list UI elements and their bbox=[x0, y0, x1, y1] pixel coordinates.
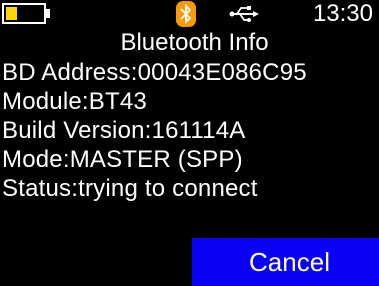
usb-icon bbox=[229, 6, 259, 22]
battery-level-fill bbox=[6, 7, 17, 20]
cancel-button[interactable]: Cancel bbox=[192, 238, 379, 286]
build-version-line: Build Version:161114A bbox=[2, 117, 246, 144]
status-bar: 13:30 bbox=[0, 0, 379, 30]
module-line: Module:BT43 bbox=[2, 88, 147, 115]
mode-line: Mode:MASTER (SPP) bbox=[2, 146, 243, 173]
battery-cap bbox=[46, 9, 50, 18]
bluetooth-icon bbox=[176, 1, 196, 27]
page-title: Bluetooth Info bbox=[120, 29, 269, 56]
battery-icon bbox=[2, 3, 46, 24]
clock-time: 13:30 bbox=[312, 0, 373, 27]
status-line: Status:trying to connect bbox=[2, 175, 258, 202]
bd-address-line: BD Address:00043E086C95 bbox=[2, 59, 307, 86]
